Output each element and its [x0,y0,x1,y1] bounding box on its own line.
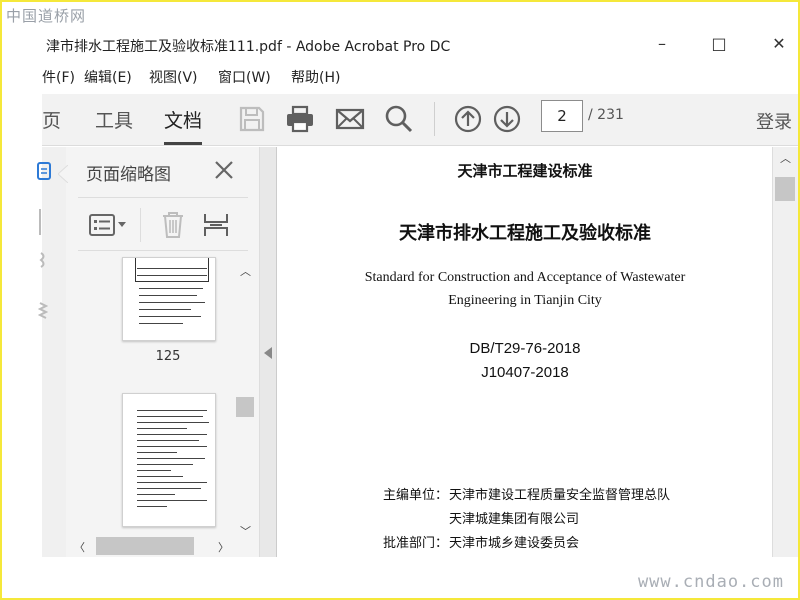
menu-help[interactable]: 帮助(H) [291,67,340,87]
search-icon[interactable] [383,103,415,135]
navigation-strip [37,147,66,557]
toolbar: 页 工具 文档 2 / 231 登录 [42,94,798,146]
page-thumbnails-nav-icon[interactable] [36,161,52,181]
thumbnail-table [135,258,209,282]
tab-home[interactable]: 页 [42,106,61,133]
doc-scroll-up-arrow-icon[interactable]: ︿ [780,150,791,166]
bookmark-nav-icon[interactable] [38,207,48,237]
menu-bar: 件(F) 编辑(E) 视图(V) 窗口(W) 帮助(H) [42,64,798,88]
standard-code-j: J10407-2018 [481,364,569,381]
scroll-up-arrow-icon[interactable]: ︿ [240,263,251,279]
page-total: / 231 [588,107,624,123]
toolbar-separator [434,102,435,136]
print-icon[interactable] [284,103,316,135]
options-menu-icon[interactable] [88,212,128,238]
maximize-button[interactable]: □ [709,34,729,53]
save-icon[interactable] [236,103,268,135]
tab-document[interactable]: 文档 [164,106,203,145]
screenshot-frame: 中国道桥网 津市排水工程施工及验收标准111.pdf - Adobe Acrob… [2,2,798,598]
panel-toolbar-separator [140,208,141,242]
minimize-button[interactable]: – [652,34,672,53]
scroll-left-arrow-icon[interactable]: 〈 [74,539,85,555]
window-title: 津市排水工程施工及验收标准111.pdf - Adobe Acrobat Pro… [46,39,451,55]
login-button[interactable]: 登录 [756,108,792,134]
standard-code-db: DB/T29-76-2018 [469,340,581,357]
menu-view[interactable]: 视图(V) [149,67,198,87]
document-vertical-scrollbar[interactable]: ︿ [772,147,798,557]
panel-splitter[interactable] [260,147,276,557]
collapse-panel-icon[interactable] [264,347,272,359]
tab-tools[interactable]: 工具 [95,106,133,133]
thumbnails-horizontal-scrollbar[interactable]: 〈 〉 [72,537,236,555]
page-thumbnail-126[interactable] [122,393,216,527]
scroll-right-arrow-icon[interactable]: 〉 [218,539,229,555]
editor-org-1: 天津市建设工程质量安全监督管理总队 [449,488,671,503]
approver-label: 批准部门： [383,536,449,551]
close-button[interactable]: ✕ [769,34,789,53]
watermark-bottom-right: www.cndao.com [637,572,784,592]
thumbnail-page-label: 125 [155,349,181,364]
scroll-down-arrow-icon[interactable]: ﹀ [240,523,251,539]
insert-page-icon[interactable] [202,210,230,240]
menu-edit[interactable]: 编辑(E) [84,67,132,87]
panel-toolbar [78,197,248,251]
menu-window[interactable]: 窗口(W) [218,67,271,87]
page-thumbnail-125[interactable] [122,257,216,341]
layers-nav-icon[interactable] [38,299,48,321]
page-thumbnails-panel: 页面缩略图 125 ︿ ﹀ 〈 〉 [58,147,260,557]
panel-pointer-icon [58,165,68,183]
page-number-input[interactable]: 2 [541,100,583,132]
approver-org: 天津市城乡建设委员会 [449,536,580,551]
email-icon[interactable] [334,103,366,135]
menu-file[interactable]: 件(F) [42,67,75,87]
document-view[interactable]: 天津市工程建设标准 天津市排水工程施工及验收标准 Standard for Co… [276,147,772,557]
attachment-nav-icon[interactable] [38,251,48,269]
document-title-en-line2: Engineering in Tianjin City [448,293,602,308]
title-bar: 津市排水工程施工及验收标准111.pdf - Adobe Acrobat Pro… [42,30,798,62]
horizontal-scroll-thumb[interactable] [96,537,194,555]
editor-label: 主编单位： [383,488,449,503]
vertical-scroll-thumb[interactable] [236,397,254,417]
document-scroll-thumb[interactable] [775,177,795,201]
watermark-top-left: 中国道桥网 [6,7,87,25]
page-up-icon[interactable] [452,103,484,135]
standard-series: 天津市工程建设标准 [457,162,593,180]
page-down-icon[interactable] [491,103,523,135]
thumbnails-vertical-scrollbar[interactable]: ︿ ﹀ [236,261,254,539]
panel-title: 页面缩略图 [86,165,171,185]
editor-org-2: 天津城建集团有限公司 [449,512,580,527]
delete-page-icon[interactable] [160,210,186,240]
document-title-cn: 天津市排水工程施工及验收标准 [399,223,651,244]
close-panel-icon[interactable] [212,158,236,182]
document-title-en-line1: Standard for Construction and Acceptance… [364,270,686,285]
